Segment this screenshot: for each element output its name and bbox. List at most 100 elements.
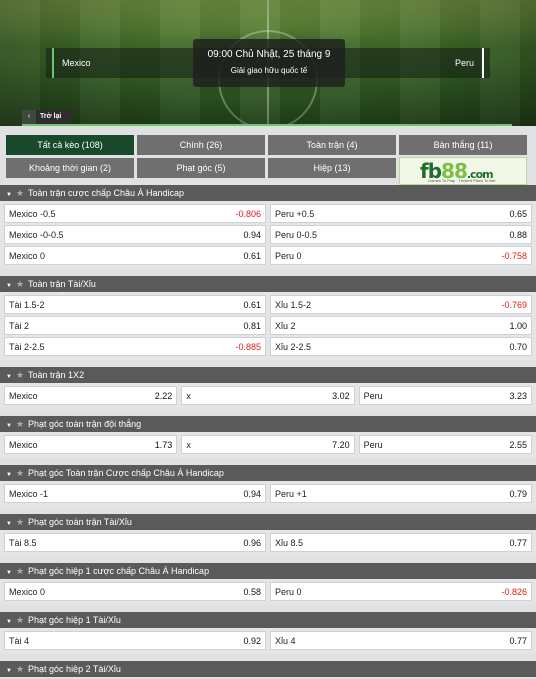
handicap-line: 2 bbox=[24, 321, 30, 331]
filter-main[interactable]: Chính (26) bbox=[137, 135, 265, 155]
odds-cell[interactable]: Xỉu 4 0.77 bbox=[270, 631, 532, 650]
fb88-ad-banner[interactable]: fb88.com Games To Play · Trusted Place T… bbox=[399, 157, 527, 185]
collapse-triangle-icon: ▼ bbox=[6, 619, 12, 625]
collapse-triangle-icon: ▼ bbox=[6, 472, 12, 478]
odds-cell[interactable]: Xỉu 2-2.5 0.70 bbox=[270, 337, 532, 356]
selection-label: Tài 1.5-2 bbox=[9, 300, 45, 310]
filter-time-period[interactable]: Khoảng thời gian (2) bbox=[6, 158, 134, 178]
odds-cell[interactable]: Tài 2-2.5 -0.885 bbox=[4, 337, 266, 356]
filter-corners[interactable]: Phạt góc (5) bbox=[137, 158, 265, 178]
odds-cell[interactable]: Xỉu 8.5 0.77 bbox=[270, 533, 532, 552]
odds-cell[interactable]: Mexico 0 0.61 bbox=[4, 246, 266, 265]
market-section-header[interactable]: ▼ ★ Phạt góc hiệp 1 cược chấp Châu Á Handi… bbox=[0, 563, 536, 579]
odds-cell[interactable]: Xỉu 2 1.00 bbox=[270, 316, 532, 335]
filter-all[interactable]: Tất cả kèo (108) bbox=[6, 135, 134, 155]
odds-cell[interactable]: Peru 0 -0.826 bbox=[270, 582, 532, 601]
hero-divider bbox=[22, 124, 512, 126]
market-section-header[interactable]: ▼ ★ Phạt góc toàn trận Tài/Xỉu bbox=[0, 514, 536, 530]
selection-label: Peru bbox=[363, 440, 383, 450]
odds-cell[interactable]: Mexico 1.73 bbox=[4, 435, 178, 454]
odds-value: 3.02 bbox=[332, 391, 350, 401]
filter-goals[interactable]: Bàn thắng (11) bbox=[399, 135, 527, 155]
market-section-header[interactable]: ▼ ★ Phạt góc hiệp 1 Tài/Xỉu bbox=[0, 612, 536, 628]
selection-label: Peru 0 bbox=[275, 587, 302, 597]
odds-cell[interactable]: x 3.02 bbox=[181, 386, 355, 405]
odds-cell[interactable]: Tài 1.5-2 0.61 bbox=[4, 295, 266, 314]
odds-value: 2.55 bbox=[509, 440, 527, 450]
selection-label: Mexico bbox=[9, 391, 38, 401]
collapse-triangle-icon: ▼ bbox=[6, 374, 12, 380]
odds-cell[interactable]: Xỉu 1.5-2 -0.769 bbox=[270, 295, 532, 314]
selection-label: Peru +1 bbox=[275, 489, 307, 499]
market-section-header[interactable]: ▼ ★ Toàn trận Tài/Xỉu bbox=[0, 276, 536, 292]
market-section-header[interactable]: ▼ ★ Toàn trận cược chấp Châu Á Handicap bbox=[0, 185, 536, 201]
odds-cell[interactable]: Tài 8.5 0.96 bbox=[4, 533, 266, 552]
filter-halves[interactable]: Hiệp (13) bbox=[268, 158, 396, 178]
market-section-header[interactable]: ▼ ★ Phạt góc hiệp 2 Tài/Xỉu bbox=[0, 661, 536, 677]
selection-label: Xỉu 8.5 bbox=[275, 538, 304, 548]
favorite-star-icon[interactable]: ★ bbox=[16, 419, 24, 429]
market-section-header[interactable]: ▼ ★ Toàn trận 1X2 bbox=[0, 367, 536, 383]
selection-label: x bbox=[186, 391, 191, 401]
favorite-star-icon[interactable]: ★ bbox=[16, 468, 24, 478]
handicap-line: -0-0.5 bbox=[40, 230, 64, 240]
odds-cell[interactable]: Peru 3.23 bbox=[358, 386, 532, 405]
odds-value: 0.58 bbox=[243, 587, 261, 597]
odds-row: Mexico -0-0.5 0.94 Peru 0-0.5 0.88 bbox=[4, 225, 532, 244]
back-label: Trở lại bbox=[40, 113, 62, 120]
odds-value: -0.758 bbox=[501, 251, 527, 261]
market-title: Phạt góc hiệp 1 Tài/Xỉu bbox=[28, 615, 121, 625]
odds-value: -0.885 bbox=[235, 342, 261, 352]
odds-cell[interactable]: Mexico -0.5 -0.806 bbox=[4, 204, 266, 223]
odds-cell[interactable]: Tài 2 0.81 bbox=[4, 316, 266, 335]
market-section-body: Mexico 1.73 x 7.20 Peru 2.55 bbox=[0, 432, 536, 458]
favorite-star-icon[interactable]: ★ bbox=[16, 615, 24, 625]
away-team-name: Peru bbox=[455, 48, 484, 78]
market-section-body: Tài 1.5-2 0.61 Xỉu 1.5-2 -0.769 Tài 2 0.81 Xỉu… bbox=[0, 292, 536, 360]
selection-label: Xỉu 2-2.5 bbox=[275, 342, 312, 352]
odds-cell[interactable]: x 7.20 bbox=[181, 435, 355, 454]
odds-cell[interactable]: Peru +0.5 0.65 bbox=[270, 204, 532, 223]
favorite-star-icon[interactable]: ★ bbox=[16, 566, 24, 576]
favorite-star-icon[interactable]: ★ bbox=[16, 370, 24, 380]
favorite-star-icon[interactable]: ★ bbox=[16, 188, 24, 198]
filter-fulltime[interactable]: Toàn trận (4) bbox=[268, 135, 396, 155]
handicap-line: 1.5-2 bbox=[290, 300, 312, 310]
odds-cell[interactable]: Mexico 2.22 bbox=[4, 386, 178, 405]
favorite-star-icon[interactable]: ★ bbox=[16, 664, 24, 674]
odds-cell[interactable]: Mexico -1 0.94 bbox=[4, 484, 266, 503]
market-title: Toàn trận Tài/Xỉu bbox=[28, 279, 96, 289]
handicap-line: 0-0.5 bbox=[296, 230, 318, 240]
odds-row: Tài 2 0.81 Xỉu 2 1.00 bbox=[4, 316, 532, 335]
handicap-line: 8.5 bbox=[290, 538, 304, 548]
odds-cell[interactable]: Mexico 0 0.58 bbox=[4, 582, 266, 601]
odds-cell[interactable]: Peru 0 -0.758 bbox=[270, 246, 532, 265]
odds-cell[interactable]: Peru 2.55 bbox=[358, 435, 532, 454]
odds-cell[interactable]: Peru +1 0.79 bbox=[270, 484, 532, 503]
back-button[interactable]: ‹ Trở lại bbox=[22, 110, 72, 124]
odds-cell[interactable]: Peru 0-0.5 0.88 bbox=[270, 225, 532, 244]
handicap-line: 4 bbox=[24, 636, 30, 646]
handicap-line: -0.5 bbox=[40, 209, 56, 219]
handicap-line: +0.5 bbox=[296, 209, 315, 219]
handicap-line: -1 bbox=[40, 489, 49, 499]
selection-label: Mexico -1 bbox=[9, 489, 49, 499]
home-team-name: Mexico bbox=[52, 48, 91, 78]
favorite-star-icon[interactable]: ★ bbox=[16, 517, 24, 527]
odds-value: 0.96 bbox=[243, 538, 261, 548]
market-section-header[interactable]: ▼ ★ Phạt góc Toàn trận Cược chấp Châu Á Ha… bbox=[0, 465, 536, 481]
odds-row: Mexico 0 0.58 Peru 0 -0.826 bbox=[4, 582, 532, 601]
handicap-line: 0 bbox=[40, 587, 46, 597]
market-section-body: Mexico -0.5 -0.806 Peru +0.5 0.65 Mexico -0-… bbox=[0, 201, 536, 269]
odds-cell[interactable]: Mexico -0-0.5 0.94 bbox=[4, 225, 266, 244]
market-section-body: Mexico 2.22 x 3.02 Peru 3.23 bbox=[0, 383, 536, 409]
odds-value: 0.61 bbox=[243, 251, 261, 261]
selection-label: Xỉu 1.5-2 bbox=[275, 300, 312, 310]
odds-cell[interactable]: Tài 4 0.92 bbox=[4, 631, 266, 650]
selection-label: Peru +0.5 bbox=[275, 209, 315, 219]
favorite-star-icon[interactable]: ★ bbox=[16, 279, 24, 289]
selection-label: Mexico bbox=[9, 440, 38, 450]
market-section-header[interactable]: ▼ ★ Phạt góc toàn trận đội thắng bbox=[0, 416, 536, 432]
collapse-triangle-icon: ▼ bbox=[6, 423, 12, 429]
